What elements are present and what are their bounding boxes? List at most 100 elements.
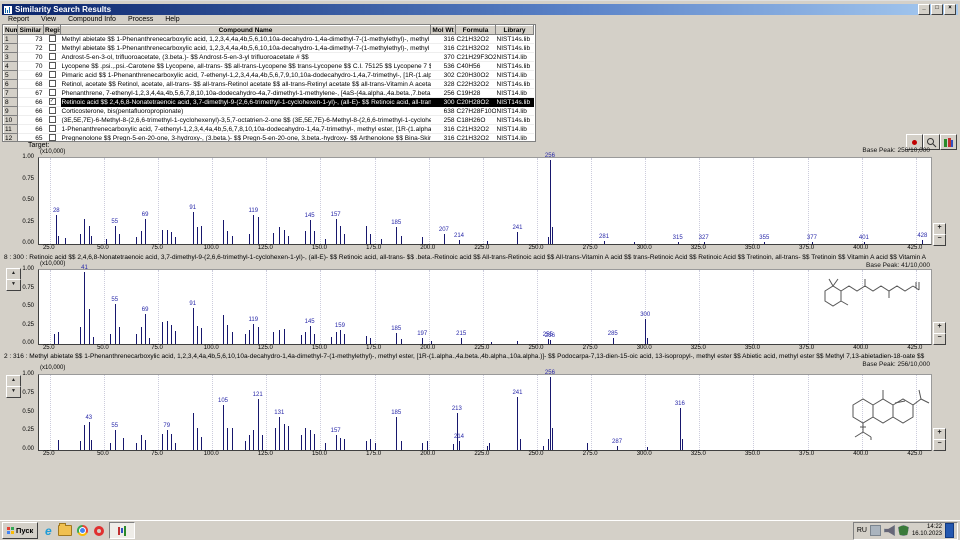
- formula[interactable]: C21H32O2: [456, 134, 496, 143]
- regis-checkbox[interactable]: [49, 116, 56, 123]
- regis-checkbox-cell[interactable]: [44, 44, 61, 53]
- row-number[interactable]: 3: [4, 53, 18, 62]
- hit-row-2[interactable]: 272 Methyl abietate $$ 1-Phenanthrenecarb…: [4, 44, 534, 53]
- hit-row-3[interactable]: 370Androst-5-en-3-ol, trifluoroacetate, …: [4, 53, 534, 62]
- regis-checkbox[interactable]: [49, 134, 56, 141]
- minimize-button[interactable]: _: [918, 4, 930, 15]
- col-num[interactable]: Num: [4, 26, 18, 35]
- library[interactable]: NIST14s.lib: [496, 98, 534, 107]
- formula[interactable]: C21H32O2: [456, 125, 496, 134]
- row-number[interactable]: 7: [4, 89, 18, 98]
- compound-name[interactable]: Corticosterone, bis(pentafluoropropionat…: [61, 107, 431, 116]
- similarity-value[interactable]: 66: [18, 98, 44, 107]
- chrome-icon[interactable]: [75, 524, 89, 538]
- regis-checkbox-cell[interactable]: [44, 89, 61, 98]
- library[interactable]: NIST14s.lib: [496, 35, 534, 44]
- row-number[interactable]: 12: [4, 134, 18, 143]
- ms-search-task-button[interactable]: [109, 522, 135, 539]
- col-formula[interactable]: Formula: [456, 26, 496, 35]
- compound-name[interactable]: 1-Phenanthrenecarboxylic acid, 7-ethenyl…: [61, 125, 431, 134]
- compound-name[interactable]: Lycopene $$ .psi.,.psi.-Carotene $$ Lyco…: [61, 62, 431, 71]
- internet-explorer-icon[interactable]: e: [41, 524, 55, 538]
- hit-row-10[interactable]: 1066(3E,5E,7E)-6-Methyl-8-(2,6,6-trimeth…: [4, 116, 534, 125]
- antivirus-icon[interactable]: [898, 525, 909, 536]
- library[interactable]: NIST14s.lib: [496, 80, 534, 89]
- similarity-value[interactable]: 72: [18, 44, 44, 53]
- row-number[interactable]: 2: [4, 44, 18, 53]
- formula[interactable]: C18H26O: [456, 116, 496, 125]
- regis-checkbox[interactable]: [49, 107, 56, 114]
- similarity-value[interactable]: 66: [18, 116, 44, 125]
- compound-name[interactable]: Androst-5-en-3-ol, trifluoroacetate, (3.…: [61, 53, 431, 62]
- mol-wt[interactable]: 316: [431, 35, 456, 44]
- regis-checkbox-cell[interactable]: [44, 80, 61, 89]
- regis-checkbox[interactable]: [49, 44, 56, 51]
- row-number[interactable]: 11: [4, 125, 18, 134]
- compound-name[interactable]: Methyl abietate $$ 1-Phenanthrenecarboxy…: [61, 44, 431, 53]
- menu-help[interactable]: Help: [159, 16, 185, 23]
- similarity-value[interactable]: 68: [18, 80, 44, 89]
- formula[interactable]: C22H32O2: [456, 80, 496, 89]
- mol-wt[interactable]: 316: [431, 44, 456, 53]
- formula[interactable]: C19H28: [456, 89, 496, 98]
- target-spectrum-plot[interactable]: 2855699111914515718520721424125628131532…: [38, 157, 932, 245]
- formula[interactable]: C21H29F3O2: [456, 53, 496, 62]
- compound-name[interactable]: Methyl abietate $$ 1-Phenanthrenecarboxy…: [61, 35, 431, 44]
- menu-view[interactable]: View: [35, 16, 62, 23]
- library[interactable]: NIST14s.lib: [496, 62, 534, 71]
- library[interactable]: NIST14s.lib: [496, 116, 534, 125]
- regis-checkbox-cell[interactable]: [44, 35, 61, 44]
- regis-checkbox-cell[interactable]: [44, 71, 61, 80]
- row-number[interactable]: 1: [4, 35, 18, 44]
- similarity-value[interactable]: 67: [18, 89, 44, 98]
- maximize-button[interactable]: □: [931, 4, 943, 15]
- regis-checkbox[interactable]: [49, 89, 56, 96]
- library-tool-button[interactable]: [940, 134, 957, 150]
- row-number[interactable]: 4: [4, 62, 18, 71]
- hit-row-6[interactable]: 668Retinol, acetate $$ Retinol, acetate,…: [4, 80, 534, 89]
- regis-checkbox-cell[interactable]: [44, 134, 61, 143]
- zoom-out-button-target[interactable]: −: [933, 234, 946, 246]
- folder-icon[interactable]: [58, 524, 72, 538]
- similarity-value[interactable]: 73: [18, 35, 44, 44]
- row-number[interactable]: 5: [4, 71, 18, 80]
- formula[interactable]: C21H32O2: [456, 44, 496, 53]
- regis-checkbox[interactable]: [49, 35, 56, 42]
- regis-checkbox-cell[interactable]: [44, 116, 61, 125]
- compound-name[interactable]: (3E,5E,7E)-6-Methyl-8-(2,6,6-trimethyl-1…: [61, 116, 431, 125]
- regis-checkbox[interactable]: [49, 125, 56, 132]
- hidden-icons-icon[interactable]: [870, 525, 881, 536]
- col-library[interactable]: Library: [496, 26, 534, 35]
- show-desktop-icon[interactable]: [945, 523, 954, 538]
- opera-icon[interactable]: [92, 524, 106, 538]
- similarity-value[interactable]: 69: [18, 71, 44, 80]
- mol-wt[interactable]: 316: [431, 125, 456, 134]
- zoom-out-button-hit8[interactable]: −: [933, 333, 946, 345]
- mol-wt[interactable]: 316: [431, 134, 456, 143]
- compound-name[interactable]: Phenanthrene, 7-ethenyl-1,2,3,4,4a,4b,5,…: [61, 89, 431, 98]
- formula[interactable]: C40H56: [456, 62, 496, 71]
- hit8-spectrum-plot[interactable]: 41556991119145159185197215255256285300: [38, 269, 932, 345]
- mol-wt[interactable]: 370: [431, 53, 456, 62]
- mol-wt[interactable]: 536: [431, 62, 456, 71]
- compound-name[interactable]: Pregnenolone $$ Pregn-5-en-20-one, 3-hyd…: [61, 134, 431, 143]
- library[interactable]: NIST14s.lib: [496, 44, 534, 53]
- hit2-spectrum-plot[interactable]: 435579105121131157185213214241256287316: [38, 374, 932, 451]
- menu-report[interactable]: Report: [2, 16, 35, 23]
- close-button[interactable]: ×: [944, 4, 956, 15]
- row-number[interactable]: 9: [4, 107, 18, 116]
- zoom-out-button-hit2[interactable]: −: [933, 439, 946, 451]
- hit-row-5[interactable]: 569Pimaric acid $$ 1-Phenanthrenecarboxy…: [4, 71, 534, 80]
- similarity-value[interactable]: 66: [18, 125, 44, 134]
- formula[interactable]: C20H30O2: [456, 71, 496, 80]
- menu-compound-info[interactable]: Compound Info: [62, 16, 122, 23]
- hit-row-1[interactable]: 173 Methyl abietate $$ 1-Phenanthrenecarb…: [4, 35, 534, 44]
- hit-row-8[interactable]: 866✓Retinoic acid $$ 2,4,6,8-Nonatetraen…: [4, 98, 534, 107]
- col-similar[interactable]: Similar: [18, 26, 44, 35]
- similarity-value[interactable]: 70: [18, 53, 44, 62]
- volume-icon[interactable]: [884, 525, 895, 536]
- compound-name[interactable]: Retinoic acid $$ 2,4,6,8-Nonatetraenoic …: [61, 98, 431, 107]
- hit-row-12[interactable]: 1265Pregnenolone $$ Pregn-5-en-20-one, 3…: [4, 134, 534, 143]
- hit-row-9[interactable]: 966Corticosterone, bis(pentafluoropropio…: [4, 107, 534, 116]
- mol-wt[interactable]: 256: [431, 89, 456, 98]
